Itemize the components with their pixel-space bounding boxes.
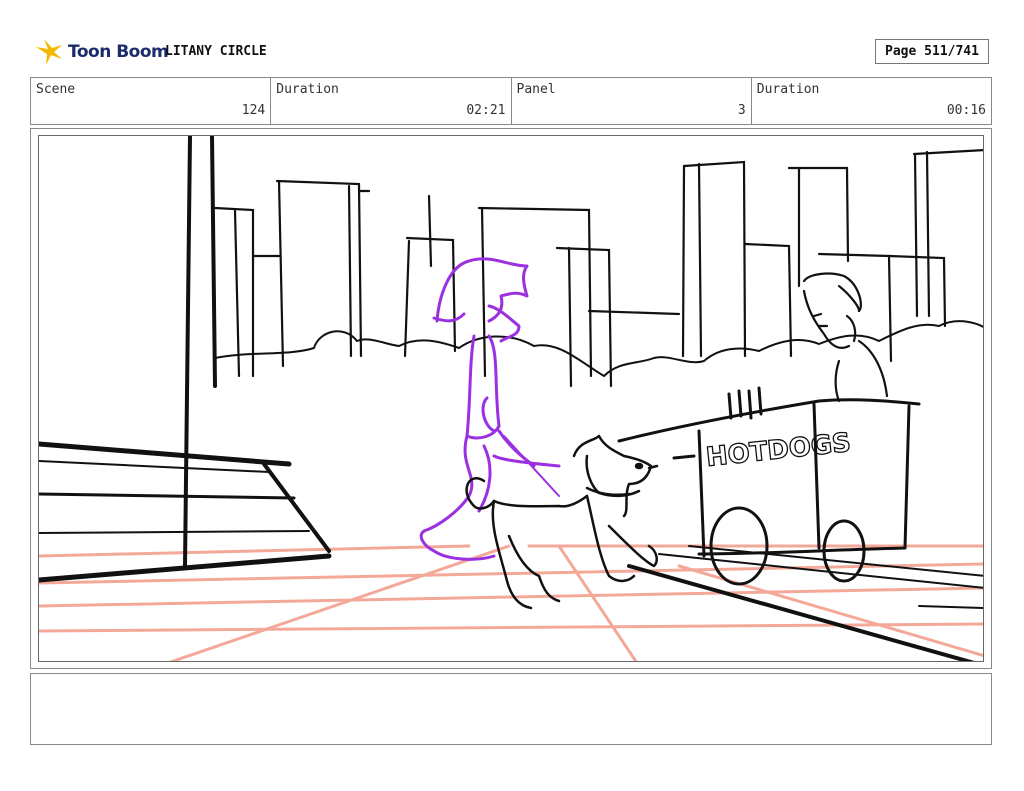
toon-boom-logo: Toon Boom <box>34 36 169 68</box>
logo-text: Toon Boom <box>68 42 169 62</box>
panel-duration-cell: Duration 00:16 <box>752 78 991 124</box>
vendor-figure <box>802 272 889 403</box>
storyboard-panel: HOTDOGS <box>30 128 992 669</box>
scene-duration-label: Duration <box>276 82 339 97</box>
panel-duration-value: 00:16 <box>946 103 986 118</box>
scene-cell: Scene 124 <box>31 78 272 124</box>
dog-figure <box>465 434 659 610</box>
panel-duration-label: Duration <box>756 82 820 97</box>
logo-star-icon <box>36 39 62 65</box>
scene-duration-cell: Duration 02:21 <box>271 78 512 124</box>
panel-drawing-area: HOTDOGS <box>38 135 984 662</box>
panel-label: Panel <box>516 82 556 97</box>
panel-value: 3 <box>737 103 746 118</box>
scene-label: Scene <box>36 82 76 97</box>
storyboard-sketch: HOTDOGS <box>39 136 983 661</box>
page-indicator: Page 511/741 <box>875 39 989 64</box>
cart-sign-text: HOTDOGS <box>705 428 853 473</box>
info-row: Scene 124 Duration 02:21 Panel 3 Duratio… <box>30 77 992 125</box>
scene-value: 124 <box>241 103 266 118</box>
girl-figure <box>419 257 561 561</box>
panel-notes <box>30 673 992 745</box>
panel-cell: Panel 3 <box>512 78 752 124</box>
floor-lines <box>39 544 983 661</box>
scene-duration-value: 02:21 <box>466 103 506 118</box>
project-title: LITANY CIRCLE <box>165 44 267 59</box>
